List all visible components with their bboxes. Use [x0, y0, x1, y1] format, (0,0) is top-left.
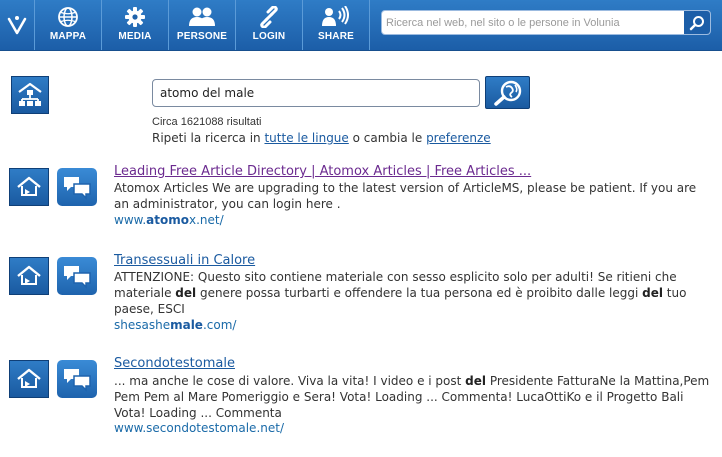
nav-item-share[interactable]: SHARE [303, 0, 370, 50]
chat-bubbles-icon [64, 369, 91, 392]
result-title-link[interactable]: Transessuali in Calore [114, 253, 255, 268]
volunia-logo-icon [7, 16, 27, 35]
chat-bubbles-icon [64, 177, 91, 200]
nav-label-share: SHARE [317, 31, 354, 42]
result-comments-button[interactable] [57, 168, 97, 206]
people-icon [189, 7, 215, 26]
snippet-highlight: del [465, 374, 487, 388]
house-icon [17, 265, 41, 285]
chat-bubbles-icon [64, 266, 91, 289]
main-search-button[interactable] [485, 76, 530, 109]
nav-item-media[interactable]: MEDIA [102, 0, 169, 50]
nav-label-persone: PERSONE [176, 31, 228, 42]
top-search-input[interactable] [384, 11, 684, 34]
repeat-prefix: Ripeti la ricerca in [152, 131, 265, 145]
url-part-highlight: male [170, 318, 203, 332]
main-nav: MAPPA MEDIA PERSONE LOGIN SHARE [35, 0, 370, 50]
main-search-box [152, 79, 480, 107]
url-part: shesashe [114, 318, 171, 332]
nav-item-login[interactable]: LOGIN [236, 0, 303, 50]
result-url[interactable]: www.secondotestomale.net/ [114, 421, 284, 435]
result-comments-button[interactable] [57, 257, 97, 295]
result-count: Circa 1621088 risultati [152, 116, 262, 128]
nav-label-mappa: MAPPA [49, 31, 87, 42]
url-part: www. [114, 213, 147, 227]
share-signal-icon [322, 6, 349, 26]
search-globe-icon [493, 80, 521, 106]
top-nav-bar: MAPPA MEDIA PERSONE LOGIN SHARE Ricerca … [0, 0, 722, 51]
nav-item-mappa[interactable]: MAPPA [35, 0, 102, 50]
house-icon [17, 368, 41, 388]
result-url[interactable]: shesashemale.com/ [114, 318, 236, 332]
url-part: www.secondotestomale.net/ [114, 421, 284, 435]
all-languages-link[interactable]: tutte le lingue [264, 131, 348, 145]
globe-icon [58, 7, 78, 27]
result-home-button[interactable] [9, 168, 49, 206]
result-snippet: ATTENZIONE: Questo sito contiene materia… [114, 269, 714, 317]
repeat-search-line: Ripeti la ricerca in tutte le lingue o c… [152, 131, 491, 145]
link-icon [260, 6, 278, 28]
sitemap-home-icon [18, 82, 42, 106]
top-search-box [381, 10, 711, 35]
url-part: x.net/ [188, 213, 224, 227]
url-part: .com/ [202, 318, 237, 332]
result-home-button[interactable] [9, 360, 49, 398]
search-icon [689, 15, 704, 30]
snippet-text: Atomox Articles We are upgrading to the … [114, 181, 697, 211]
result-snippet: ... ma anche le cose di valore. Viva la … [114, 373, 714, 421]
snippet-highlight: del [642, 286, 663, 300]
result-url[interactable]: www.atomox.net/ [114, 213, 224, 227]
nav-label-login: LOGIN [252, 31, 286, 42]
nav-item-persone[interactable]: PERSONE [169, 0, 236, 50]
house-icon [17, 176, 41, 196]
result-title-link[interactable]: Leading Free Article Directory | Atomox … [114, 164, 531, 179]
top-search-button[interactable] [684, 11, 710, 34]
snippet-text: genere possa turbarti e offendere la tua… [196, 286, 643, 300]
main-search-input[interactable] [153, 80, 479, 106]
volunia-logo-button[interactable] [0, 0, 35, 50]
result-home-button[interactable] [9, 257, 49, 295]
nav-label-media: MEDIA [118, 31, 152, 42]
repeat-middle: o cambia le [348, 131, 427, 145]
snippet-text: ... ma anche le cose di valore. Viva la … [114, 374, 466, 388]
result-title-link[interactable]: Secondotestomale [114, 356, 235, 371]
result-snippet: Atomox Articles We are upgrading to the … [114, 180, 714, 212]
gear-icon [125, 7, 145, 27]
preferences-link[interactable]: preferenze [426, 131, 491, 145]
result-comments-button[interactable] [57, 360, 97, 398]
url-part-highlight: atomo [146, 213, 189, 227]
home-sitemap-button[interactable] [11, 76, 49, 114]
snippet-highlight: del [175, 286, 197, 300]
